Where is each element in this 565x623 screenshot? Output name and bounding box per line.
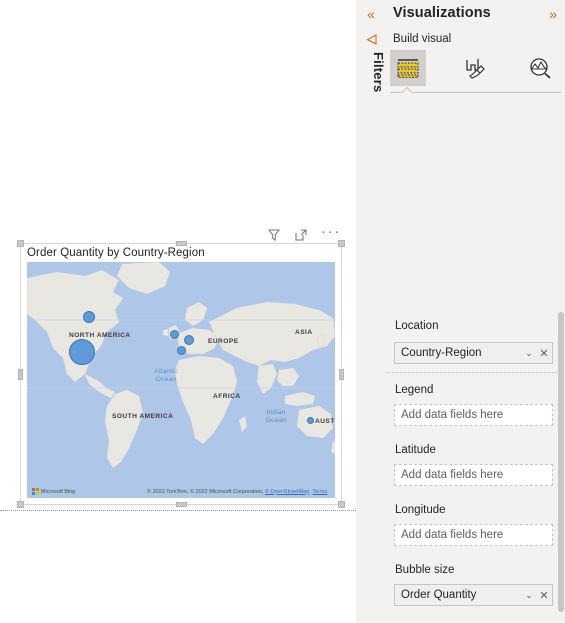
attribution-text: © 2022 TomTom, © 2022 Microsoft Corporat… [147,489,327,495]
visualizations-tabs [386,50,565,96]
build-visual-label: Build visual [393,33,452,45]
selected-tab-caret [401,86,415,93]
magnifier-analytics-icon [530,58,551,79]
map-bubble-germany[interactable] [184,335,194,345]
map-label-atlantic-ocean: Atlantic Ocean [154,368,178,383]
tab-build-visual[interactable] [390,50,426,86]
well-separator [386,372,561,373]
field-wells: Location Country-Region ⌄ ✕ Legend Add d… [386,310,565,623]
field-well-bubble-size-label: Bubble size [395,564,455,576]
visual-title: Order Quantity by Country-Region [27,247,205,259]
field-dropzone-latitude[interactable]: Add data fields here [394,464,553,486]
visual-type-gallery: 123 R Py [386,105,565,305]
tabs-underline [390,92,561,93]
map-bubble-united-states[interactable] [69,339,95,365]
field-well-legend-label: Legend [395,384,434,396]
resize-handle-top-center[interactable] [176,241,187,246]
power-bi-report-editor: ··· Order Quantity by Country-Region NOR… [0,0,565,623]
resize-handle-bottom-right[interactable] [338,501,345,508]
resize-handle-middle-right[interactable] [339,369,344,380]
field-well-latitude-label: Latitude [395,444,436,456]
more-options-icon[interactable]: ··· [321,224,339,243]
dropzone-placeholder: Add data fields here [401,409,504,421]
resize-handle-bottom-center[interactable] [176,502,187,507]
field-chip-country-region[interactable]: Country-Region ⌄ ✕ [394,342,553,364]
filter-icon[interactable] [266,227,282,243]
field-chip-label: Country-Region [401,347,482,359]
attribution-copyright: © 2022 TomTom, © 2022 Microsoft Corporat… [147,488,265,495]
microsoft-bing-logo: Microsoft Bing [32,488,75,495]
map-bubble-france[interactable] [177,346,186,355]
map-bubble-canada[interactable] [83,311,95,323]
filter-icon[interactable] [365,33,378,46]
remove-field-icon[interactable]: ✕ [536,347,552,360]
filters-pane-title[interactable]: Filters [356,52,386,122]
bing-logo-text: Microsoft Bing [41,488,76,495]
field-dropzone-legend[interactable]: Add data fields here [394,404,553,426]
field-well-longitude-label: Longitude [395,504,446,516]
map-visual-container[interactable]: ··· Order Quantity by Country-Region NOR… [17,224,345,508]
resize-handle-top-left[interactable] [17,240,24,247]
filters-pane-collapsed[interactable]: « Filters [356,0,387,623]
remove-field-icon[interactable]: ✕ [536,589,552,602]
chevron-down-icon[interactable]: ⌄ [522,348,536,359]
dropzone-placeholder: Add data fields here [401,529,504,541]
visualizations-title: Visualizations [393,5,491,21]
terms-link[interactable]: Terms [312,489,327,495]
paintbrush-icon [466,59,485,79]
dropzone-placeholder: Add data fields here [401,469,504,481]
tab-analytics[interactable] [522,50,558,86]
resize-handle-bottom-left[interactable] [17,501,24,508]
tab-format-visual[interactable] [456,50,492,86]
field-well-location-label: Location [395,320,439,332]
collapse-pane-icon[interactable]: « [363,6,379,22]
bing-map[interactable]: NORTH AMERICA EUROPE ASIA AFRICA SOUTH A… [27,262,335,498]
field-wells-scrollbar-thumb[interactable] [558,312,564,612]
field-chip-label: Order Quantity [401,589,477,601]
resize-handle-top-right[interactable] [338,240,345,247]
field-chip-order-quantity[interactable]: Order Quantity ⌄ ✕ [394,584,553,606]
canvas-boundary-bottom [0,510,356,511]
expand-pane-icon[interactable]: » [549,5,557,23]
report-canvas[interactable]: ··· Order Quantity by Country-Region NOR… [0,0,356,623]
microsoft-squares-icon [32,488,39,495]
visualizations-pane: Visualizations » Build visual Location C… [386,0,565,623]
visualizations-header: Visualizations » [386,0,565,30]
map-bubble-australia[interactable] [307,417,314,424]
resize-handle-middle-left[interactable] [18,369,23,380]
openstreetmap-link[interactable]: © OpenStreetMap [265,489,309,495]
map-bubble-united-kingdom[interactable] [170,330,179,339]
build-fields-icon [397,59,419,78]
focus-mode-icon[interactable] [293,227,309,243]
chevron-down-icon[interactable]: ⌄ [522,590,536,601]
map-label-indian-ocean: Indian Ocean [265,409,287,424]
map-attribution: Microsoft Bing © 2022 TomTom, © 2022 Mic… [27,486,335,498]
field-dropzone-longitude[interactable]: Add data fields here [394,524,553,546]
